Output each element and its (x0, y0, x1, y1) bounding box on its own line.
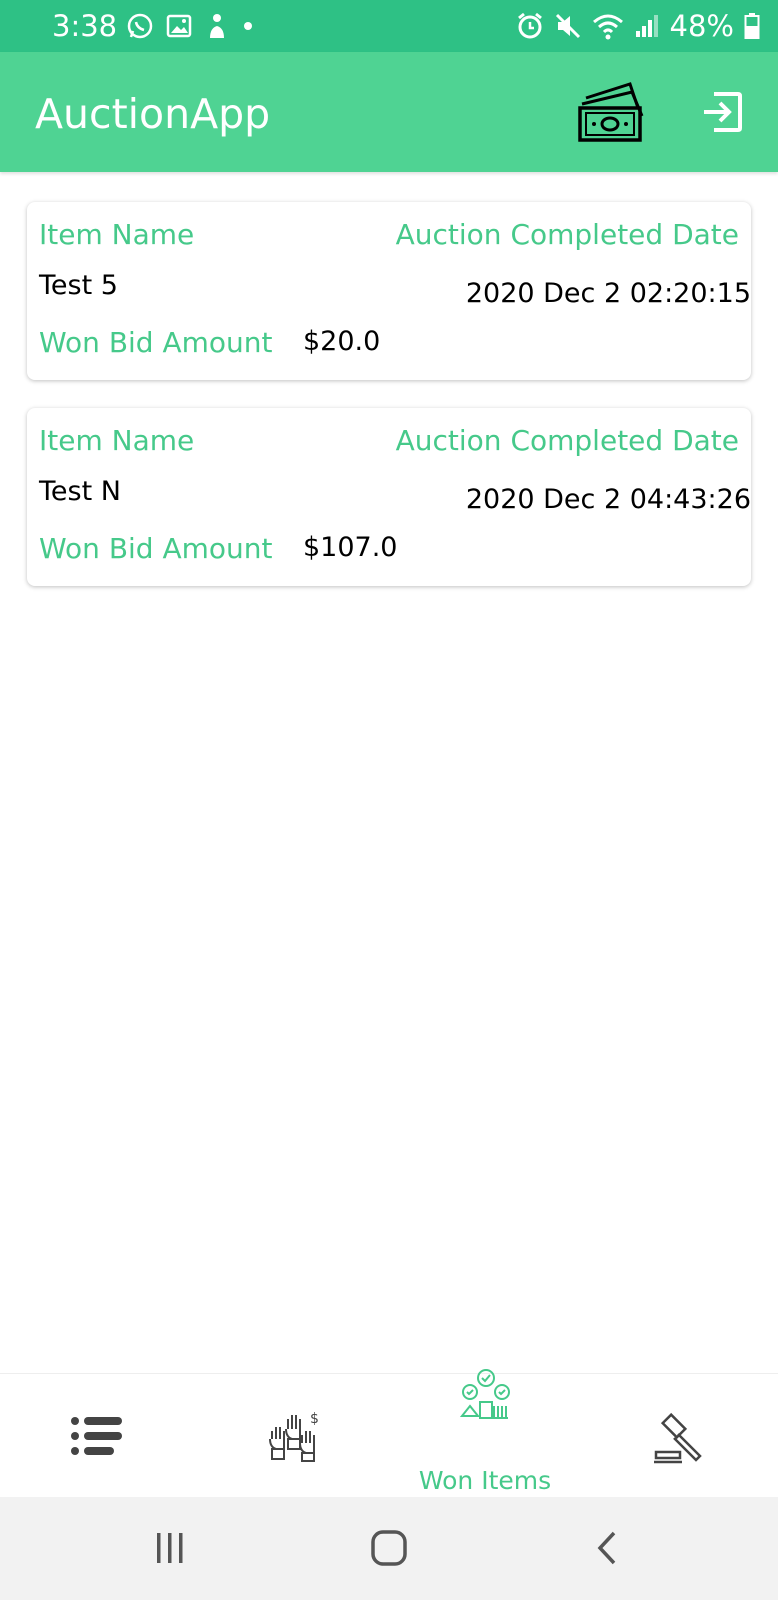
item-name-value: Test N (39, 476, 121, 507)
item-name-label: Item Name (39, 424, 195, 457)
back-button[interactable] (584, 1527, 634, 1571)
won-item-card[interactable]: Item Name Auction Completed Date Test 5 … (27, 202, 751, 380)
won-item-card[interactable]: Item Name Auction Completed Date Test N … (27, 408, 751, 586)
app-bar: AuctionApp (0, 52, 778, 172)
recent-apps-button[interactable] (145, 1527, 195, 1571)
wifi-icon (592, 14, 623, 40)
nav-item-list[interactable] (0, 1374, 194, 1498)
battery-icon (744, 13, 760, 39)
gavel-icon (654, 1412, 702, 1464)
app-title: AuctionApp (35, 90, 271, 138)
nav-item-won-items[interactable]: Won Items (388, 1369, 582, 1498)
money-icon (578, 82, 644, 142)
mute-icon (555, 13, 580, 39)
completed-date-label: Auction Completed Date (395, 424, 739, 457)
completed-date-value: 2020 Dec 2 04:43:26 (465, 484, 751, 515)
logout-button[interactable] (700, 90, 744, 134)
won-bid-label: Won Bid Amount (39, 326, 273, 359)
signal-icon (635, 15, 658, 37)
home-button[interactable] (364, 1527, 414, 1571)
item-name-label: Item Name (39, 218, 195, 251)
item-name-value: Test 5 (39, 270, 118, 301)
status-right: 48% (516, 9, 760, 43)
nav-item-bids[interactable]: $ (194, 1374, 388, 1498)
status-bar: 3:38 48% (0, 0, 778, 52)
bids-hands-icon: $ (269, 1411, 319, 1462)
completed-date-value: 2020 Dec 2 02:20:15 (465, 278, 751, 309)
status-left-icons (126, 12, 254, 40)
dot-icon (244, 22, 252, 30)
status-time: 3:38 (52, 9, 118, 43)
list-icon (71, 1417, 122, 1455)
nav-label-won-items: Won Items (418, 1466, 552, 1495)
gallery-icon (166, 14, 192, 38)
bottom-navigation: $ Won Items (0, 1369, 778, 1498)
home-icon (371, 1530, 407, 1566)
nav-item-auction[interactable] (582, 1374, 776, 1498)
wallet-button[interactable] (576, 80, 650, 144)
back-icon (597, 1531, 616, 1565)
svg-text:$: $ (310, 1411, 319, 1427)
whatsapp-icon (127, 13, 153, 39)
won-bid-value: $20.0 (303, 326, 381, 357)
system-navigation (0, 1497, 778, 1600)
won-bid-value: $107.0 (303, 532, 398, 563)
won-bid-label: Won Bid Amount (39, 532, 273, 565)
completed-date-label: Auction Completed Date (395, 218, 739, 251)
alarm-icon (517, 12, 542, 39)
notification-app-icon (210, 14, 224, 38)
battery-percent: 48% (669, 9, 734, 43)
logout-icon (704, 92, 742, 132)
recent-apps-icon (157, 1533, 183, 1563)
won-items-icon (459, 1369, 510, 1419)
